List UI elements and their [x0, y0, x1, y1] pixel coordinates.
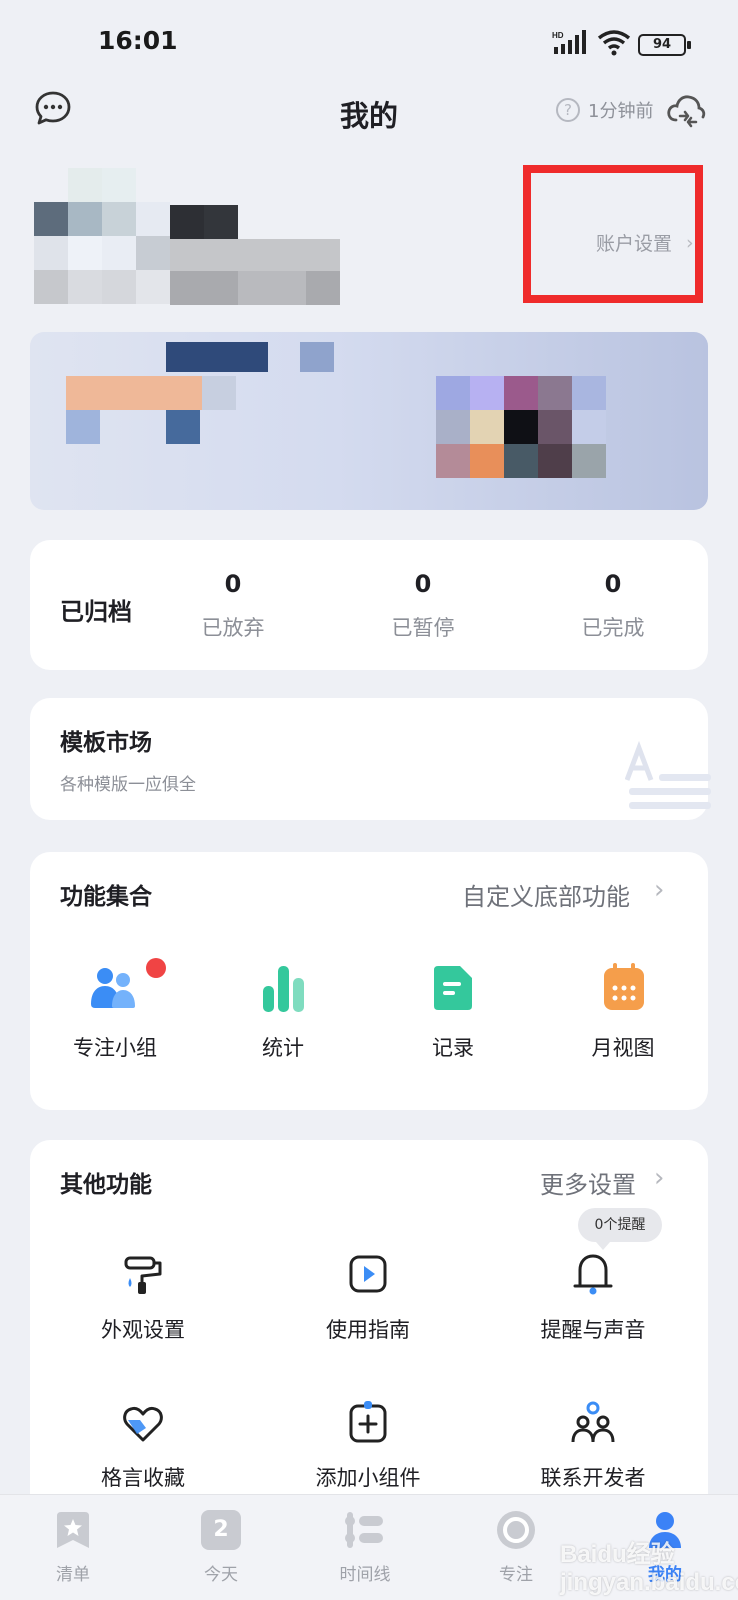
tab-focus[interactable]: 专注: [471, 1560, 561, 1585]
account-settings-link[interactable]: 账户设置: [596, 229, 672, 256]
svg-text:HD: HD: [552, 31, 564, 40]
month-view-label: 月视图: [591, 1036, 655, 1060]
template-decoration-icon: [625, 740, 711, 809]
chevron-right-icon: ›: [686, 232, 694, 254]
sync-status: 1分钟前: [588, 101, 654, 122]
focus-group-item[interactable]: 专注小组: [60, 958, 170, 1060]
more-settings-link[interactable]: 更多设置: [540, 1165, 636, 1200]
chevron-right-icon: ›: [654, 1163, 665, 1193]
cloud-sync-icon[interactable]: [666, 90, 706, 128]
tab-today[interactable]: 今天: [176, 1560, 266, 1585]
today-icon[interactable]: 2: [201, 1510, 241, 1550]
add-widget-item[interactable]: 添加小组件: [303, 1400, 433, 1490]
stat-completed-label[interactable]: 已完成: [553, 612, 673, 642]
contact-developer-label: 联系开发者: [540, 1466, 646, 1490]
template-market-card[interactable]: [30, 698, 708, 820]
focus-group-label: 专注小组: [73, 1036, 157, 1060]
record-item[interactable]: 记录: [398, 960, 508, 1060]
wifi-icon: [597, 30, 631, 56]
timeline-icon[interactable]: [345, 1510, 385, 1550]
function-collection-title: 功能集合: [60, 884, 152, 910]
status-time: 16:01: [98, 26, 178, 55]
contact-developer-icon: [571, 1401, 615, 1443]
reminders-sound-label: 提醒与声音: [540, 1318, 646, 1342]
reminder-count-tooltip: 0个提醒: [578, 1208, 662, 1250]
avatar[interactable]: [34, 168, 170, 306]
guide-play-icon: [349, 1255, 387, 1293]
stat-paused-count: 0: [414, 570, 432, 598]
quote-favorites-item[interactable]: 格言收藏: [78, 1400, 208, 1490]
calendar-icon: [604, 963, 644, 1010]
quote-favorites-label: 格言收藏: [101, 1466, 185, 1490]
tab-timeline[interactable]: 时间线: [320, 1560, 410, 1585]
record-label: 记录: [432, 1036, 474, 1060]
stat-paused-label[interactable]: 已暂停: [363, 612, 483, 642]
tab-list[interactable]: 清单: [28, 1560, 118, 1585]
statistics-item[interactable]: 统计: [228, 960, 338, 1060]
record-icon: [434, 966, 472, 1010]
promo-banner[interactable]: [30, 332, 708, 510]
appearance-settings-item[interactable]: 外观设置: [78, 1250, 208, 1342]
focus-icon[interactable]: [496, 1510, 536, 1550]
template-market-title: 模板市场: [60, 730, 152, 756]
stat-completed-count: 0: [604, 570, 622, 598]
statistics-label: 统计: [262, 1036, 304, 1060]
reminders-sound-item[interactable]: 提醒与声音: [528, 1250, 658, 1342]
stats-icon: [263, 966, 304, 1012]
user-guide-label: 使用指南: [326, 1318, 410, 1342]
list-icon[interactable]: [53, 1510, 93, 1550]
add-widget-icon: [349, 1401, 387, 1443]
archive-title: 已归档: [60, 598, 132, 626]
heart-icon: [123, 1406, 163, 1442]
cellular-signal-icon: HD: [552, 30, 586, 54]
username: [170, 205, 340, 305]
add-widget-label: 添加小组件: [315, 1466, 421, 1490]
watermark: Baidu经验 jingyan.baidu.com: [560, 1541, 738, 1596]
other-functions-title: 其他功能: [60, 1172, 152, 1198]
paint-roller-icon: [124, 1256, 162, 1294]
customize-bottom-functions-link[interactable]: 自定义底部功能: [462, 877, 630, 912]
contact-developer-item[interactable]: 联系开发者: [528, 1400, 658, 1490]
bell-icon: [573, 1254, 613, 1295]
help-icon[interactable]: ?: [556, 98, 580, 122]
chevron-right-icon: ›: [654, 875, 665, 905]
month-view-item[interactable]: 月视图: [568, 960, 678, 1060]
stat-abandoned-count: 0: [224, 570, 242, 598]
user-guide-item[interactable]: 使用指南: [303, 1250, 433, 1342]
notification-badge: [146, 958, 166, 978]
group-icon: [91, 968, 135, 1008]
template-market-subtitle: 各种模版一应俱全: [60, 775, 196, 795]
battery-icon: 94: [638, 34, 691, 56]
stat-abandoned-label[interactable]: 已放弃: [173, 612, 293, 642]
appearance-settings-label: 外观设置: [101, 1318, 185, 1342]
